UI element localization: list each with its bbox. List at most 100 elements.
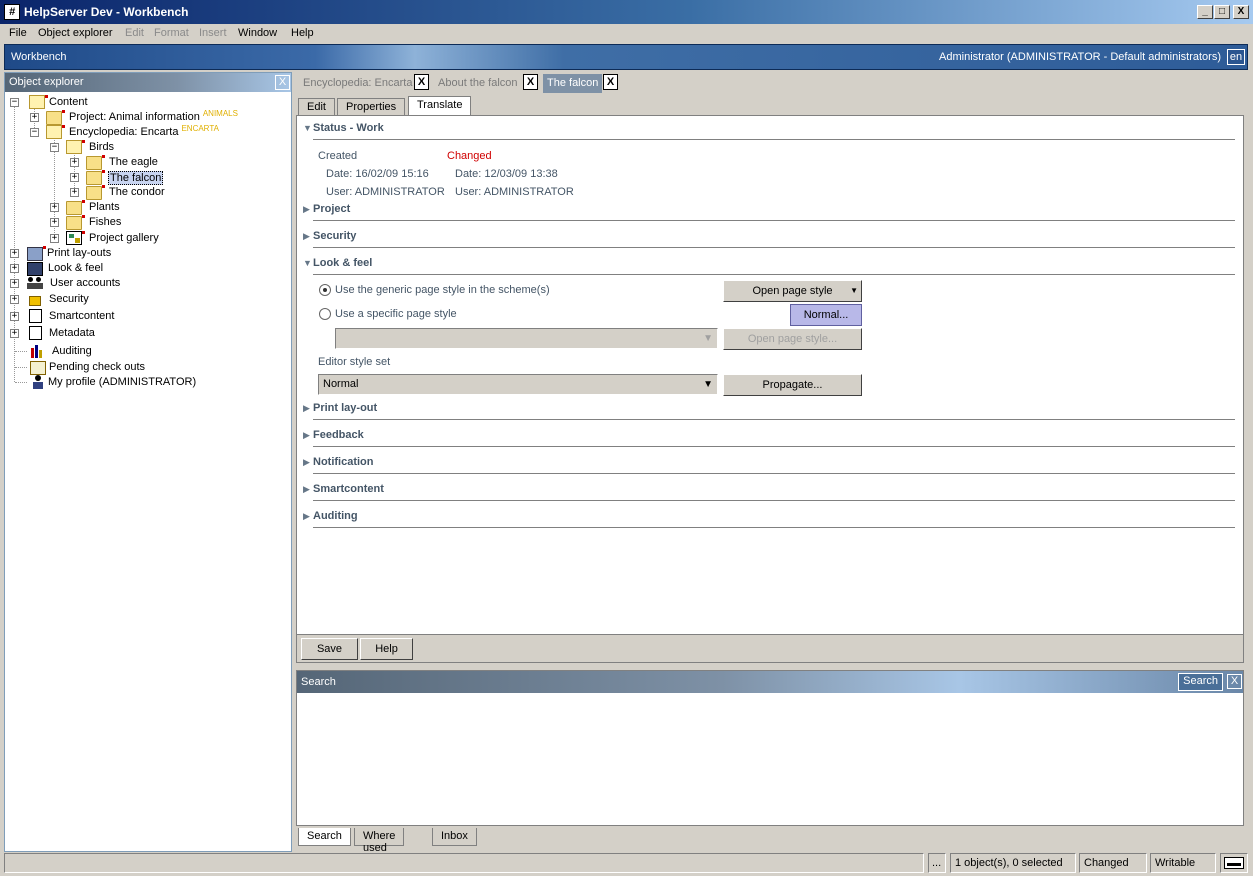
tree-item-birds[interactable]: − Birds	[50, 140, 290, 155]
tree-item-eagle[interactable]: + The eagle	[70, 155, 290, 170]
menu-help[interactable]: Help	[291, 27, 314, 39]
changed-user: User: ADMINISTRATOR	[455, 186, 574, 198]
tree-item-pending-checkouts[interactable]: Pending check outs	[10, 360, 290, 375]
tree-item-encyclopedia[interactable]: − Encyclopedia: Encarta ENCARTA	[30, 124, 290, 140]
save-button[interactable]: Save	[301, 638, 358, 660]
section-auditing[interactable]: ▶ Auditing	[303, 510, 358, 522]
section-project[interactable]: ▶ Project	[303, 203, 350, 215]
page-style-option-normal[interactable]: Normal...	[790, 304, 862, 326]
project-code-badge: ANIMALS	[202, 109, 238, 118]
project-folder-icon	[46, 111, 62, 125]
section-feedback[interactable]: ▶ Feedback	[303, 429, 364, 441]
tree-item-condor[interactable]: + The condor	[70, 185, 290, 200]
minimize-button[interactable]: _	[1197, 5, 1213, 19]
bar-chart-icon	[30, 344, 46, 358]
section-print-layout[interactable]: ▶ Print lay-out	[303, 402, 377, 414]
tree-item-content[interactable]: − Content	[10, 95, 290, 110]
tree-item-smartcontent[interactable]: + Smartcontent	[10, 309, 290, 324]
object-explorer-panel: Object explorer X − Content + Project: A…	[4, 72, 292, 852]
menu-edit[interactable]: Edit	[125, 27, 144, 39]
menu-insert[interactable]: Insert	[199, 27, 227, 39]
dropdown-arrow-icon: ▼	[850, 286, 858, 295]
tab-translate[interactable]: Translate	[408, 96, 472, 116]
editor-style-select[interactable]: Normal ▼	[318, 374, 718, 395]
current-user: Administrator (ADMINISTRATOR - Default a…	[939, 51, 1221, 63]
specific-page-style-label[interactable]: Use a specific page style	[335, 308, 457, 320]
close-icon[interactable]: X	[1227, 674, 1242, 689]
folder-open-icon	[29, 95, 45, 109]
tree-item-project-gallery[interactable]: + Project gallery	[50, 231, 290, 246]
search-panel: Search Search X	[296, 670, 1244, 826]
tree-item-look-feel[interactable]: + Look & feel	[10, 261, 290, 276]
close-window-button[interactable]: X	[1233, 5, 1249, 19]
specific-page-style-radio[interactable]	[319, 308, 331, 320]
doc-tab-about-falcon[interactable]: About the falcon	[434, 74, 522, 93]
folder-icon	[86, 186, 102, 200]
tab-properties[interactable]: Properties	[337, 98, 406, 115]
doc-tab-encyclopedia[interactable]: Encyclopedia: Encarta	[299, 74, 416, 93]
tab-inbox[interactable]: Inbox	[432, 828, 477, 846]
propagate-button[interactable]: Propagate...	[723, 374, 862, 396]
close-tab-icon[interactable]: X	[523, 74, 538, 90]
status-ellipsis-button[interactable]: ...	[928, 853, 946, 873]
status-changed: Changed	[1079, 853, 1147, 873]
editor-style-label: Editor style set	[318, 356, 391, 368]
folder-icon	[66, 216, 82, 230]
section-status[interactable]: ▼Status - Work	[303, 122, 384, 134]
tree-item-plants[interactable]: + Plants	[50, 200, 290, 215]
gallery-icon	[66, 231, 82, 245]
keyboard-icon[interactable]	[1220, 853, 1248, 873]
tree-item-auditing[interactable]: Auditing	[10, 344, 290, 359]
checkout-icon	[30, 361, 46, 375]
folder-icon	[66, 201, 82, 215]
folder-open-icon	[46, 125, 62, 139]
tree-item-project-animal[interactable]: + Project: Animal information ANIMALS	[30, 109, 290, 125]
search-button[interactable]: Search	[1178, 673, 1223, 691]
changed-label: Changed	[447, 150, 492, 162]
maximize-button[interactable]: □	[1214, 5, 1230, 19]
menu-bar: File Object explorer Edit Format Insert …	[0, 24, 1253, 43]
section-notification[interactable]: ▶ Notification	[303, 456, 374, 468]
folder-icon	[86, 156, 102, 170]
editor-panel: ▼Status - Work Created Changed Date: 16/…	[296, 115, 1244, 663]
document-tabs: Encyclopedia: Encarta X About the falcon…	[296, 72, 1244, 94]
generic-page-style-label[interactable]: Use the generic page style in the scheme…	[335, 284, 550, 296]
printer-icon	[27, 247, 43, 261]
close-tab-icon[interactable]: X	[414, 74, 429, 90]
section-security[interactable]: ▶ Security	[303, 230, 356, 242]
close-tab-icon[interactable]: X	[603, 74, 618, 90]
tree-item-user-accounts[interactable]: + User accounts	[10, 276, 290, 291]
doc-tab-the-falcon[interactable]: The falcon	[543, 74, 603, 93]
open-page-style-button[interactable]: Open page style ▼	[723, 280, 862, 302]
tab-edit[interactable]: Edit	[298, 98, 335, 115]
section-smartcontent[interactable]: ▶ Smartcontent	[303, 483, 384, 495]
encyclopedia-code-badge: ENCARTA	[181, 124, 219, 133]
tab-search[interactable]: Search	[298, 828, 351, 846]
menu-window[interactable]: Window	[238, 27, 277, 39]
tree-item-metadata[interactable]: + Metadata	[10, 326, 290, 341]
open-page-style-disabled-button[interactable]: Open page style...	[723, 328, 862, 350]
editor-footer: Save Help	[297, 634, 1243, 662]
folder-open-icon	[66, 140, 82, 154]
lock-icon	[29, 296, 41, 306]
generic-page-style-radio[interactable]	[319, 284, 331, 296]
close-icon[interactable]: X	[275, 75, 290, 90]
tree-item-falcon[interactable]: + The falcon	[70, 170, 290, 185]
search-panel-title: Search	[301, 676, 336, 688]
page-style-select[interactable]: ▼	[335, 328, 718, 349]
menu-format[interactable]: Format	[154, 27, 189, 39]
created-user: User: ADMINISTRATOR	[326, 186, 445, 198]
tree-item-my-profile[interactable]: My profile (ADMINISTRATOR)	[10, 375, 290, 390]
tab-where-used[interactable]: Where used	[354, 828, 405, 854]
status-message	[4, 853, 924, 873]
menu-object-explorer[interactable]: Object explorer	[38, 27, 113, 39]
created-label: Created	[318, 150, 358, 162]
help-button[interactable]: Help	[360, 638, 413, 660]
menu-file[interactable]: File	[9, 27, 27, 39]
changed-date: Date: 12/03/09 13:38	[455, 168, 558, 180]
tree-item-print-layouts[interactable]: + Print lay-outs	[10, 246, 290, 261]
section-look-feel[interactable]: ▼Look & feel	[303, 257, 372, 269]
tree-item-fishes[interactable]: + Fishes	[50, 215, 290, 230]
language-button[interactable]: en	[1227, 49, 1245, 65]
tree-item-security[interactable]: + Security	[10, 292, 290, 307]
